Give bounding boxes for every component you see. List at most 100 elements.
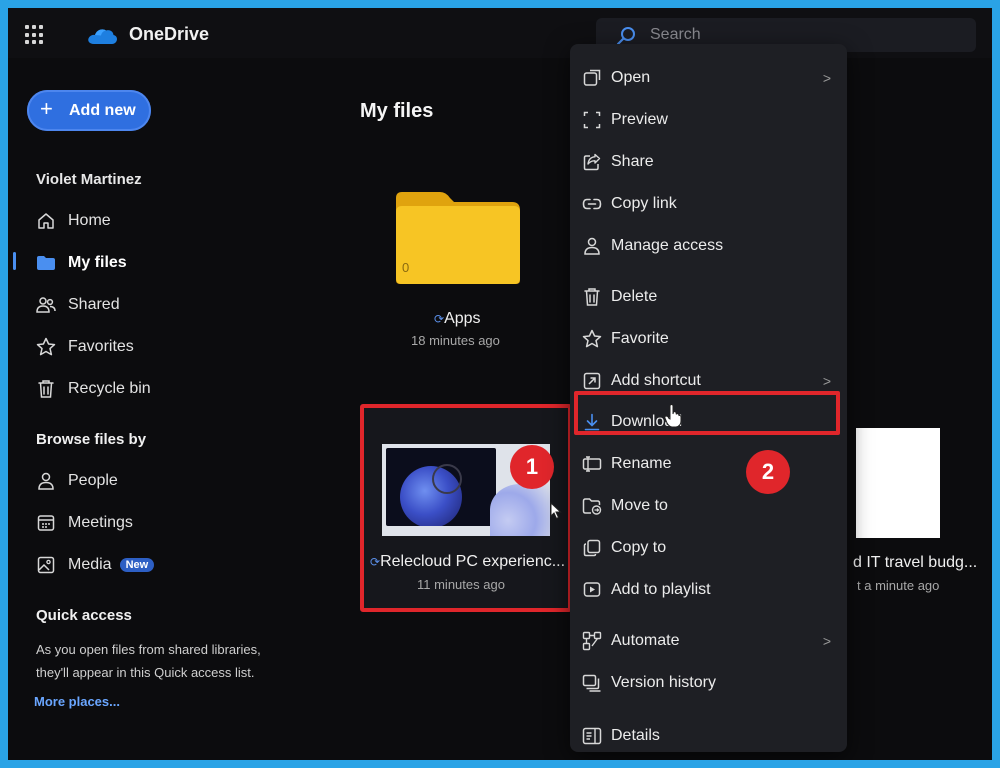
page-title: My files <box>360 100 434 122</box>
person-icon <box>36 471 56 491</box>
sidebar-item-label: Home <box>68 212 111 229</box>
menu-item-label: Open <box>611 69 651 86</box>
chevron-right-icon: > <box>822 633 831 649</box>
menu-item-label: Move to <box>611 497 668 514</box>
menu-item-label: Rename <box>611 455 672 472</box>
step-1-callout: 1 <box>510 445 554 489</box>
more-places-link[interactable]: More places... <box>34 694 120 709</box>
folder-item-count: 0 <box>402 260 410 275</box>
item-name: ⟳Relecloud PC experienc... <box>370 553 566 570</box>
menu-item-label: Copy link <box>611 195 677 212</box>
sidebar-item-label: Favorites <box>68 338 134 355</box>
menu-item-label: Version history <box>611 674 716 691</box>
menu-item-label: Automate <box>611 632 680 649</box>
step-2-callout: 2 <box>746 450 790 494</box>
search-icon <box>616 27 635 46</box>
onedrive-window: OneDrive Search + Add new Violet Martine… <box>8 8 992 760</box>
search-placeholder: Search <box>650 26 701 43</box>
user-name: Violet Martinez <box>36 171 142 188</box>
copy-icon <box>581 537 603 559</box>
menu-item-label: Details <box>611 727 660 744</box>
item-modified: t a minute ago <box>857 578 940 593</box>
sync-icon: ⟳ <box>370 555 381 569</box>
menu-item-add-to-playlist[interactable]: Add to playlist <box>570 573 847 607</box>
menu-item-label: Manage access <box>611 237 724 254</box>
menu-item-label: Favorite <box>611 330 669 347</box>
shortcut-icon <box>581 370 603 392</box>
menu-item-delete[interactable]: Delete <box>570 280 847 314</box>
people-icon <box>36 295 56 315</box>
file-tile-relecloud[interactable]: ⟳Relecloud PC experienc... 11 minutes ag… <box>360 404 572 612</box>
chevron-right-icon: > <box>822 70 831 86</box>
automate-icon <box>581 630 603 652</box>
menu-item-favorite[interactable]: Favorite <box>570 322 847 356</box>
menu-item-preview[interactable]: Preview <box>570 103 847 137</box>
menu-item-copy-link[interactable]: Copy link <box>570 187 847 221</box>
sidebar-item-shared[interactable]: Shared <box>36 293 120 317</box>
arrow-cursor-icon <box>550 502 562 520</box>
sidebar-item-label: Meetings <box>68 514 133 531</box>
browse-files-heading: Browse files by <box>36 431 147 448</box>
file-thumbnail <box>856 428 940 538</box>
active-indicator <box>13 252 16 270</box>
menu-item-copy-to[interactable]: Copy to <box>570 531 847 565</box>
playlist-icon <box>581 579 603 601</box>
sync-icon: ⟳ <box>434 312 445 326</box>
item-name: ⟳Apps <box>434 310 481 327</box>
plus-icon: + <box>40 96 53 121</box>
image-icon <box>36 555 56 575</box>
sidebar-item-my-files[interactable]: My files <box>36 251 127 275</box>
preview-icon <box>581 109 603 131</box>
sidebar-item-media[interactable]: Media New <box>36 553 155 577</box>
sidebar-item-home[interactable]: Home <box>36 209 111 233</box>
sidebar-item-label: Recycle bin <box>68 380 151 397</box>
menu-item-rename[interactable]: Rename <box>570 447 847 481</box>
star-icon <box>581 328 603 350</box>
menu-item-label: Preview <box>611 111 668 128</box>
sidebar-item-meetings[interactable]: Meetings <box>36 511 133 535</box>
menu-item-label: Add to playlist <box>611 581 711 598</box>
sidebar-item-label: Media <box>68 556 112 573</box>
item-name: d IT travel budg... <box>853 554 978 571</box>
menu-item-manage-access[interactable]: Manage access <box>570 229 847 263</box>
details-icon <box>581 725 603 747</box>
sidebar-item-label: My files <box>68 254 127 271</box>
share-icon <box>581 151 603 173</box>
item-modified: 11 minutes ago <box>417 577 505 592</box>
menu-item-label: Delete <box>611 288 658 305</box>
sidebar-item-favorites[interactable]: Favorites <box>36 335 134 359</box>
person-icon <box>581 235 603 257</box>
star-icon <box>36 337 56 357</box>
move-icon <box>581 495 603 517</box>
hand-cursor-icon <box>664 404 682 428</box>
menu-item-share[interactable]: Share <box>570 145 847 179</box>
add-new-label: Add new <box>69 102 136 119</box>
link-icon <box>581 193 603 215</box>
menu-item-automate[interactable]: Automate > <box>570 624 847 658</box>
menu-item-label: Add shortcut <box>611 372 701 389</box>
history-icon <box>581 672 603 694</box>
sidebar-item-recycle-bin[interactable]: Recycle bin <box>36 377 151 401</box>
folder-icon <box>396 192 520 284</box>
trash-icon <box>581 286 603 308</box>
open-icon <box>581 67 603 89</box>
add-new-button[interactable]: + Add new <box>27 90 151 131</box>
menu-item-move-to[interactable]: Move to <box>570 489 847 523</box>
onedrive-cloud-icon <box>88 29 118 44</box>
menu-item-label: Share <box>611 153 654 170</box>
calendar-icon <box>36 513 56 533</box>
menu-item-open[interactable]: Open > <box>570 61 847 95</box>
sidebar-item-people[interactable]: People <box>36 469 118 493</box>
rename-icon <box>581 453 603 475</box>
sidebar-item-label: People <box>68 472 118 489</box>
chevron-right-icon: > <box>822 373 831 389</box>
quick-access-heading: Quick access <box>36 607 132 624</box>
menu-item-version-history[interactable]: Version history <box>570 666 847 700</box>
new-badge: New <box>119 558 155 572</box>
menu-item-label: Copy to <box>611 539 667 556</box>
sidebar-item-label: Shared <box>68 296 120 313</box>
menu-item-details[interactable]: Details <box>570 719 847 753</box>
download-highlight-box <box>574 391 840 435</box>
app-launcher-icon[interactable] <box>25 25 45 45</box>
app-title[interactable]: OneDrive <box>129 24 209 45</box>
